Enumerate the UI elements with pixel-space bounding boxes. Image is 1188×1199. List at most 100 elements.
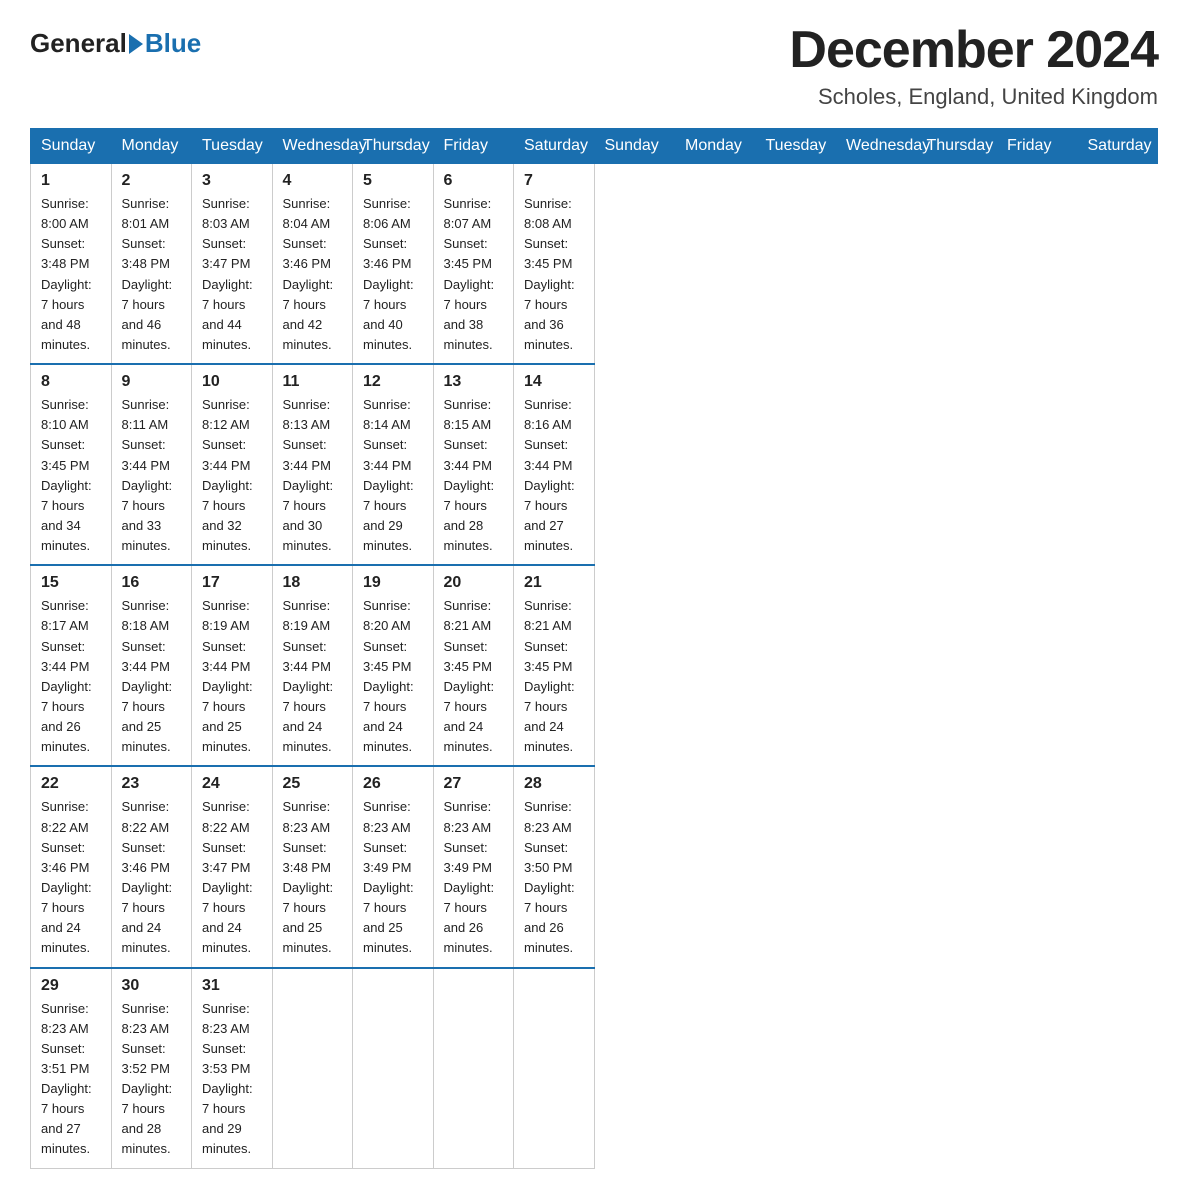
day-info: Sunrise: 8:23 AMSunset: 3:48 PMDaylight:…	[283, 799, 334, 955]
day-info: Sunrise: 8:23 AMSunset: 3:52 PMDaylight:…	[122, 1001, 173, 1157]
calendar-cell: 13 Sunrise: 8:15 AMSunset: 3:44 PMDaylig…	[433, 364, 514, 565]
logo: General Blue	[30, 20, 201, 59]
day-number: 5	[363, 172, 423, 190]
weekday-header-wednesday: Wednesday	[836, 129, 917, 164]
calendar-cell: 30 Sunrise: 8:23 AMSunset: 3:52 PMDaylig…	[111, 968, 192, 1169]
day-info: Sunrise: 8:08 AMSunset: 3:45 PMDaylight:…	[524, 196, 575, 352]
calendar-cell: 12 Sunrise: 8:14 AMSunset: 3:44 PMDaylig…	[353, 364, 434, 565]
day-info: Sunrise: 8:22 AMSunset: 3:46 PMDaylight:…	[122, 799, 173, 955]
title-block: December 2024 Scholes, England, United K…	[789, 20, 1158, 110]
weekday-header-tuesday: Tuesday	[192, 129, 273, 164]
calendar-cell: 7 Sunrise: 8:08 AMSunset: 3:45 PMDayligh…	[514, 164, 595, 365]
calendar-cell: 27 Sunrise: 8:23 AMSunset: 3:49 PMDaylig…	[433, 766, 514, 967]
day-number: 24	[202, 775, 262, 793]
day-info: Sunrise: 8:23 AMSunset: 3:53 PMDaylight:…	[202, 1001, 253, 1157]
day-info: Sunrise: 8:21 AMSunset: 3:45 PMDaylight:…	[524, 598, 575, 754]
calendar-cell: 21 Sunrise: 8:21 AMSunset: 3:45 PMDaylig…	[514, 565, 595, 766]
weekday-header-saturday: Saturday	[514, 129, 595, 164]
day-number: 21	[524, 574, 584, 592]
day-number: 16	[122, 574, 182, 592]
weekday-header-friday: Friday	[433, 129, 514, 164]
day-info: Sunrise: 8:18 AMSunset: 3:44 PMDaylight:…	[122, 598, 173, 754]
day-info: Sunrise: 8:15 AMSunset: 3:44 PMDaylight:…	[444, 397, 495, 553]
day-number: 1	[41, 172, 101, 190]
calendar-cell: 9 Sunrise: 8:11 AMSunset: 3:44 PMDayligh…	[111, 364, 192, 565]
calendar-cell: 4 Sunrise: 8:04 AMSunset: 3:46 PMDayligh…	[272, 164, 353, 365]
weekday-header-sunday: Sunday	[594, 129, 675, 164]
month-title: December 2024	[789, 20, 1158, 80]
day-number: 7	[524, 172, 584, 190]
day-info: Sunrise: 8:22 AMSunset: 3:47 PMDaylight:…	[202, 799, 253, 955]
weekday-header-friday: Friday	[997, 129, 1078, 164]
calendar-cell: 31 Sunrise: 8:23 AMSunset: 3:53 PMDaylig…	[192, 968, 273, 1169]
calendar-cell: 14 Sunrise: 8:16 AMSunset: 3:44 PMDaylig…	[514, 364, 595, 565]
day-info: Sunrise: 8:23 AMSunset: 3:51 PMDaylight:…	[41, 1001, 92, 1157]
day-number: 6	[444, 172, 504, 190]
day-number: 15	[41, 574, 101, 592]
calendar-cell: 23 Sunrise: 8:22 AMSunset: 3:46 PMDaylig…	[111, 766, 192, 967]
day-info: Sunrise: 8:17 AMSunset: 3:44 PMDaylight:…	[41, 598, 92, 754]
weekday-header-monday: Monday	[675, 129, 756, 164]
calendar-cell: 20 Sunrise: 8:21 AMSunset: 3:45 PMDaylig…	[433, 565, 514, 766]
calendar-cell: 18 Sunrise: 8:19 AMSunset: 3:44 PMDaylig…	[272, 565, 353, 766]
day-info: Sunrise: 8:19 AMSunset: 3:44 PMDaylight:…	[202, 598, 253, 754]
day-number: 3	[202, 172, 262, 190]
weekday-header-sunday: Sunday	[31, 129, 112, 164]
calendar-cell: 8 Sunrise: 8:10 AMSunset: 3:45 PMDayligh…	[31, 364, 112, 565]
calendar-week-row-1: 1 Sunrise: 8:00 AMSunset: 3:48 PMDayligh…	[31, 164, 1158, 365]
day-number: 27	[444, 775, 504, 793]
day-info: Sunrise: 8:04 AMSunset: 3:46 PMDaylight:…	[283, 196, 334, 352]
calendar-cell: 24 Sunrise: 8:22 AMSunset: 3:47 PMDaylig…	[192, 766, 273, 967]
calendar-week-row-2: 8 Sunrise: 8:10 AMSunset: 3:45 PMDayligh…	[31, 364, 1158, 565]
calendar-cell: 5 Sunrise: 8:06 AMSunset: 3:46 PMDayligh…	[353, 164, 434, 365]
page-header: General Blue December 2024 Scholes, Engl…	[30, 20, 1158, 110]
calendar-cell: 26 Sunrise: 8:23 AMSunset: 3:49 PMDaylig…	[353, 766, 434, 967]
calendar-week-row-5: 29 Sunrise: 8:23 AMSunset: 3:51 PMDaylig…	[31, 968, 1158, 1169]
weekday-header-saturday: Saturday	[1077, 129, 1158, 164]
day-info: Sunrise: 8:10 AMSunset: 3:45 PMDaylight:…	[41, 397, 92, 553]
day-info: Sunrise: 8:21 AMSunset: 3:45 PMDaylight:…	[444, 598, 495, 754]
weekday-header-monday: Monday	[111, 129, 192, 164]
calendar-table: SundayMondayTuesdayWednesdayThursdayFrid…	[30, 128, 1158, 1169]
day-info: Sunrise: 8:16 AMSunset: 3:44 PMDaylight:…	[524, 397, 575, 553]
day-number: 8	[41, 373, 101, 391]
calendar-cell: 29 Sunrise: 8:23 AMSunset: 3:51 PMDaylig…	[31, 968, 112, 1169]
location-text: Scholes, England, United Kingdom	[789, 84, 1158, 110]
day-number: 12	[363, 373, 423, 391]
calendar-header-row: SundayMondayTuesdayWednesdayThursdayFrid…	[31, 129, 1158, 164]
day-info: Sunrise: 8:01 AMSunset: 3:48 PMDaylight:…	[122, 196, 173, 352]
calendar-cell: 25 Sunrise: 8:23 AMSunset: 3:48 PMDaylig…	[272, 766, 353, 967]
calendar-cell: 15 Sunrise: 8:17 AMSunset: 3:44 PMDaylig…	[31, 565, 112, 766]
day-number: 11	[283, 373, 343, 391]
day-number: 26	[363, 775, 423, 793]
day-number: 4	[283, 172, 343, 190]
day-info: Sunrise: 8:23 AMSunset: 3:49 PMDaylight:…	[363, 799, 414, 955]
day-number: 10	[202, 373, 262, 391]
day-info: Sunrise: 8:03 AMSunset: 3:47 PMDaylight:…	[202, 196, 253, 352]
day-info: Sunrise: 8:11 AMSunset: 3:44 PMDaylight:…	[122, 397, 173, 553]
weekday-header-tuesday: Tuesday	[755, 129, 836, 164]
calendar-cell: 16 Sunrise: 8:18 AMSunset: 3:44 PMDaylig…	[111, 565, 192, 766]
day-info: Sunrise: 8:19 AMSunset: 3:44 PMDaylight:…	[283, 598, 334, 754]
day-number: 23	[122, 775, 182, 793]
logo-blue-text: Blue	[145, 28, 201, 59]
day-info: Sunrise: 8:06 AMSunset: 3:46 PMDaylight:…	[363, 196, 414, 352]
day-number: 17	[202, 574, 262, 592]
calendar-cell	[514, 968, 595, 1169]
day-info: Sunrise: 8:07 AMSunset: 3:45 PMDaylight:…	[444, 196, 495, 352]
calendar-cell: 2 Sunrise: 8:01 AMSunset: 3:48 PMDayligh…	[111, 164, 192, 365]
calendar-cell: 22 Sunrise: 8:22 AMSunset: 3:46 PMDaylig…	[31, 766, 112, 967]
day-info: Sunrise: 8:12 AMSunset: 3:44 PMDaylight:…	[202, 397, 253, 553]
logo-arrow-icon	[129, 34, 143, 54]
day-info: Sunrise: 8:13 AMSunset: 3:44 PMDaylight:…	[283, 397, 334, 553]
calendar-cell: 19 Sunrise: 8:20 AMSunset: 3:45 PMDaylig…	[353, 565, 434, 766]
day-info: Sunrise: 8:23 AMSunset: 3:49 PMDaylight:…	[444, 799, 495, 955]
calendar-week-row-4: 22 Sunrise: 8:22 AMSunset: 3:46 PMDaylig…	[31, 766, 1158, 967]
day-number: 31	[202, 977, 262, 995]
weekday-header-wednesday: Wednesday	[272, 129, 353, 164]
weekday-header-thursday: Thursday	[353, 129, 434, 164]
calendar-cell	[433, 968, 514, 1169]
day-number: 29	[41, 977, 101, 995]
day-number: 18	[283, 574, 343, 592]
calendar-cell: 17 Sunrise: 8:19 AMSunset: 3:44 PMDaylig…	[192, 565, 273, 766]
